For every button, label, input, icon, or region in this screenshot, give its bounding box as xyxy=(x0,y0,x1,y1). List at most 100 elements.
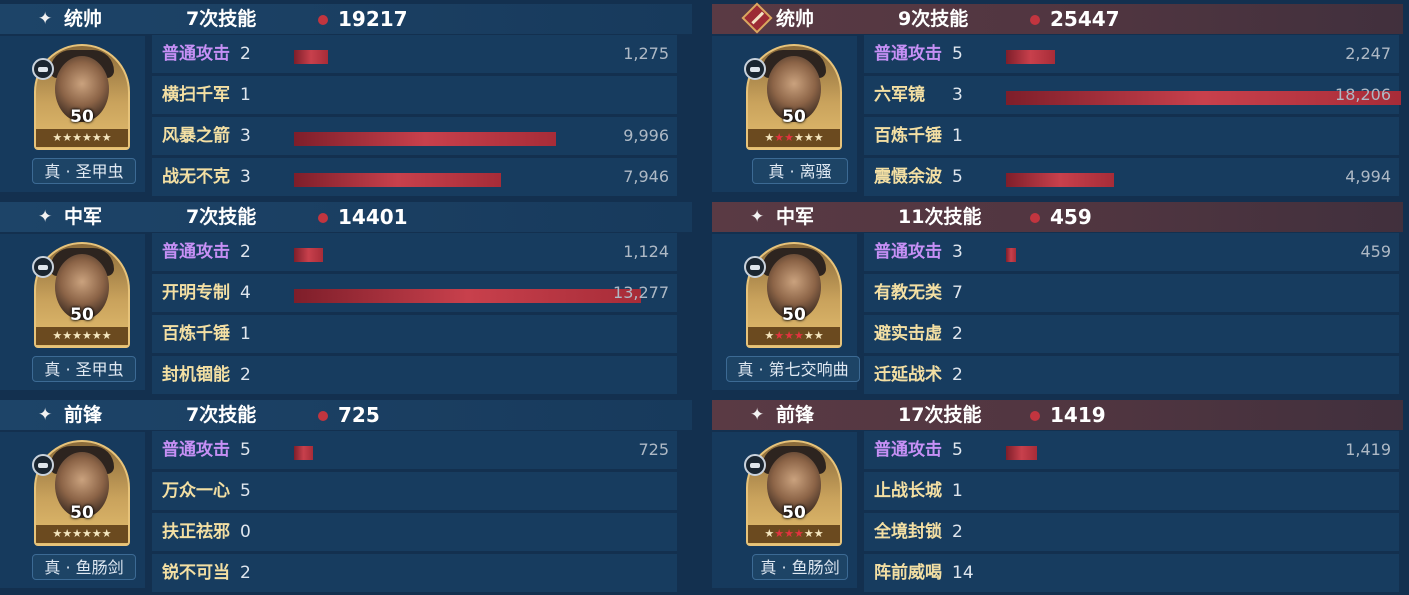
general-block: ✦ 中军 7次技能 14401 50 ★★★★★★ 真 · 圣甲虫 普通攻击 2 1,124 开明专… xyxy=(0,198,692,394)
skill-count: 5 xyxy=(240,481,251,501)
skill-name: 扶正祛邪 xyxy=(162,522,230,542)
skill-damage: 725 xyxy=(638,440,669,459)
general-block: ✦ 统帅 7次技能 19217 50 ★★★★★★ 真 · 圣甲虫 普通攻击 2 1,275 横扫千… xyxy=(0,0,692,196)
gear-label[interactable]: 真 · 离骚 xyxy=(752,158,848,184)
role-label: 中军 xyxy=(64,206,103,228)
skill-list: 普通攻击 2 1,275 横扫千军 1 风暴之箭 3 9,996 战无不克 3 7,946 xyxy=(152,35,677,196)
skill-row[interactable]: 普通攻击 3 459 xyxy=(864,233,1399,271)
skill-row[interactable]: 普通攻击 5 2,247 xyxy=(864,35,1399,73)
star-icon: ★ xyxy=(72,329,82,342)
star-icon: ★ xyxy=(794,329,804,342)
skill-row[interactable]: 百炼千锤 1 xyxy=(864,117,1399,155)
skill-count: 2 xyxy=(952,365,963,385)
skill-name: 普通攻击 xyxy=(162,44,230,64)
skill-row[interactable]: 全境封锁 2 xyxy=(864,513,1399,551)
general-block: ✦ 中军 11次技能 459 50 ★★★★★★ 真 · 第七交响曲 普通攻击 3 459 有教无类… xyxy=(712,198,1409,394)
skill-row[interactable]: 扶正祛邪 0 xyxy=(152,513,677,551)
skill-damage: 9,996 xyxy=(623,126,669,145)
star-rating: ★★★★★★ xyxy=(748,129,840,147)
skill-count: 5 xyxy=(952,440,963,460)
damage-dot-icon xyxy=(1030,15,1040,25)
star-icon: ★ xyxy=(72,527,82,540)
skill-row[interactable]: 普通攻击 5 1,419 xyxy=(864,431,1399,469)
skill-row[interactable]: 阵前威喝 14 xyxy=(864,554,1399,592)
unit-type-icon xyxy=(32,454,54,476)
skill-row[interactable]: 封机锢能 2 xyxy=(152,356,677,394)
general-block: 统帅 9次技能 25447 50 ★★★★★★ 真 · 离骚 普通攻击 5 2,247 六军镜 3 1… xyxy=(712,0,1409,196)
skill-damage: 18,206 xyxy=(1335,85,1391,104)
skill-row[interactable]: 迁延战术 2 xyxy=(864,356,1399,394)
skill-name: 迁延战术 xyxy=(874,365,942,385)
skill-row[interactable]: 锐不可当 2 xyxy=(152,554,677,592)
damage-bar xyxy=(294,173,501,187)
skill-cast-count: 9次技能 xyxy=(898,8,969,30)
skill-count: 1 xyxy=(240,85,251,105)
skill-row[interactable]: 震慑余波 5 4,994 xyxy=(864,158,1399,196)
damage-bar xyxy=(294,50,328,64)
star-icon: ★ xyxy=(82,329,92,342)
general-card[interactable]: 50 ★★★★★★ 真 · 鱼肠剑 xyxy=(0,432,145,588)
star-icon: ★ xyxy=(62,329,73,342)
general-card[interactable]: 50 ★★★★★★ 真 · 离骚 xyxy=(712,36,857,192)
skill-count: 1 xyxy=(240,324,251,344)
skill-list: 普通攻击 5 1,419 止战长城 1 全境封锁 2 阵前威喝 14 xyxy=(864,431,1399,592)
unit-type-icon xyxy=(744,256,766,278)
gear-label[interactable]: 真 · 圣甲虫 xyxy=(32,356,136,382)
general-header: ✦ 中军 11次技能 459 xyxy=(712,202,1403,232)
rank-star-icon: ★ xyxy=(52,527,63,540)
star-icon: ★ xyxy=(774,131,785,144)
skill-row[interactable]: 横扫千军 1 xyxy=(152,76,677,114)
skill-row[interactable]: 普通攻击 5 725 xyxy=(152,431,677,469)
star-icon: ★ xyxy=(101,131,112,144)
star-icon: ★ xyxy=(62,527,73,540)
total-damage: 1419 xyxy=(1050,403,1106,427)
star-icon: ★ xyxy=(774,329,785,342)
star-rating: ★★★★★★ xyxy=(36,327,128,345)
skill-row[interactable]: 止战长城 1 xyxy=(864,472,1399,510)
damage-dot-icon xyxy=(1030,411,1040,421)
skill-row[interactable]: 风暴之箭 3 9,996 xyxy=(152,117,677,155)
skill-name: 普通攻击 xyxy=(874,440,942,460)
damage-dot-icon xyxy=(318,213,328,223)
skill-row[interactable]: 百炼千锤 1 xyxy=(152,315,677,353)
general-card[interactable]: 50 ★★★★★★ 真 · 圣甲虫 xyxy=(0,234,145,390)
star-rating: ★★★★★★ xyxy=(748,525,840,543)
skill-cast-count: 11次技能 xyxy=(898,206,982,228)
general-card[interactable]: 50 ★★★★★★ 真 · 圣甲虫 xyxy=(0,36,145,192)
skill-row[interactable]: 普通攻击 2 1,275 xyxy=(152,35,677,73)
skill-name: 万众一心 xyxy=(162,481,230,501)
skill-row[interactable]: 万众一心 5 xyxy=(152,472,677,510)
skill-count: 4 xyxy=(240,283,251,303)
skill-damage: 7,946 xyxy=(623,167,669,186)
role-label: 统帅 xyxy=(776,8,815,30)
skill-row[interactable]: 避实击虚 2 xyxy=(864,315,1399,353)
skill-row[interactable]: 开明专制 4 13,277 xyxy=(152,274,677,312)
skill-cast-count: 17次技能 xyxy=(898,404,982,426)
total-damage: 14401 xyxy=(338,205,408,229)
total-damage: 25447 xyxy=(1050,7,1120,31)
damage-bar xyxy=(1006,50,1055,64)
general-card[interactable]: 50 ★★★★★★ 真 · 第七交响曲 xyxy=(712,234,860,390)
gear-label[interactable]: 真 · 圣甲虫 xyxy=(32,158,136,184)
skill-name: 封机锢能 xyxy=(162,365,230,385)
general-card[interactable]: 50 ★★★★★★ 真 · 鱼肠剑 xyxy=(712,432,857,588)
damage-dot-icon xyxy=(318,15,328,25)
skill-count: 1 xyxy=(952,126,963,146)
skill-count: 2 xyxy=(240,44,251,64)
gear-label[interactable]: 真 · 鱼肠剑 xyxy=(32,554,136,580)
skill-row[interactable]: 战无不克 3 7,946 xyxy=(152,158,677,196)
skill-count: 5 xyxy=(952,44,963,64)
general-block: ✦ 前锋 17次技能 1419 50 ★★★★★★ 真 · 鱼肠剑 普通攻击 5 1,419 止战长… xyxy=(712,396,1409,592)
skill-row[interactable]: 普通攻击 2 1,124 xyxy=(152,233,677,271)
star-icon: ★ xyxy=(794,131,804,144)
gear-label[interactable]: 真 · 鱼肠剑 xyxy=(752,554,848,580)
skill-row[interactable]: 有教无类 7 xyxy=(864,274,1399,312)
skill-name: 六军镜 xyxy=(874,85,925,105)
gear-label[interactable]: 真 · 第七交响曲 xyxy=(726,356,860,382)
skill-name: 锐不可当 xyxy=(162,563,230,583)
skill-row[interactable]: 六军镜 3 18,206 xyxy=(864,76,1401,114)
star-icon: ★ xyxy=(784,329,794,342)
general-level: 50 xyxy=(782,503,806,523)
sparkle-icon: ✦ xyxy=(750,405,765,425)
rank-star-icon: ★ xyxy=(52,131,63,144)
